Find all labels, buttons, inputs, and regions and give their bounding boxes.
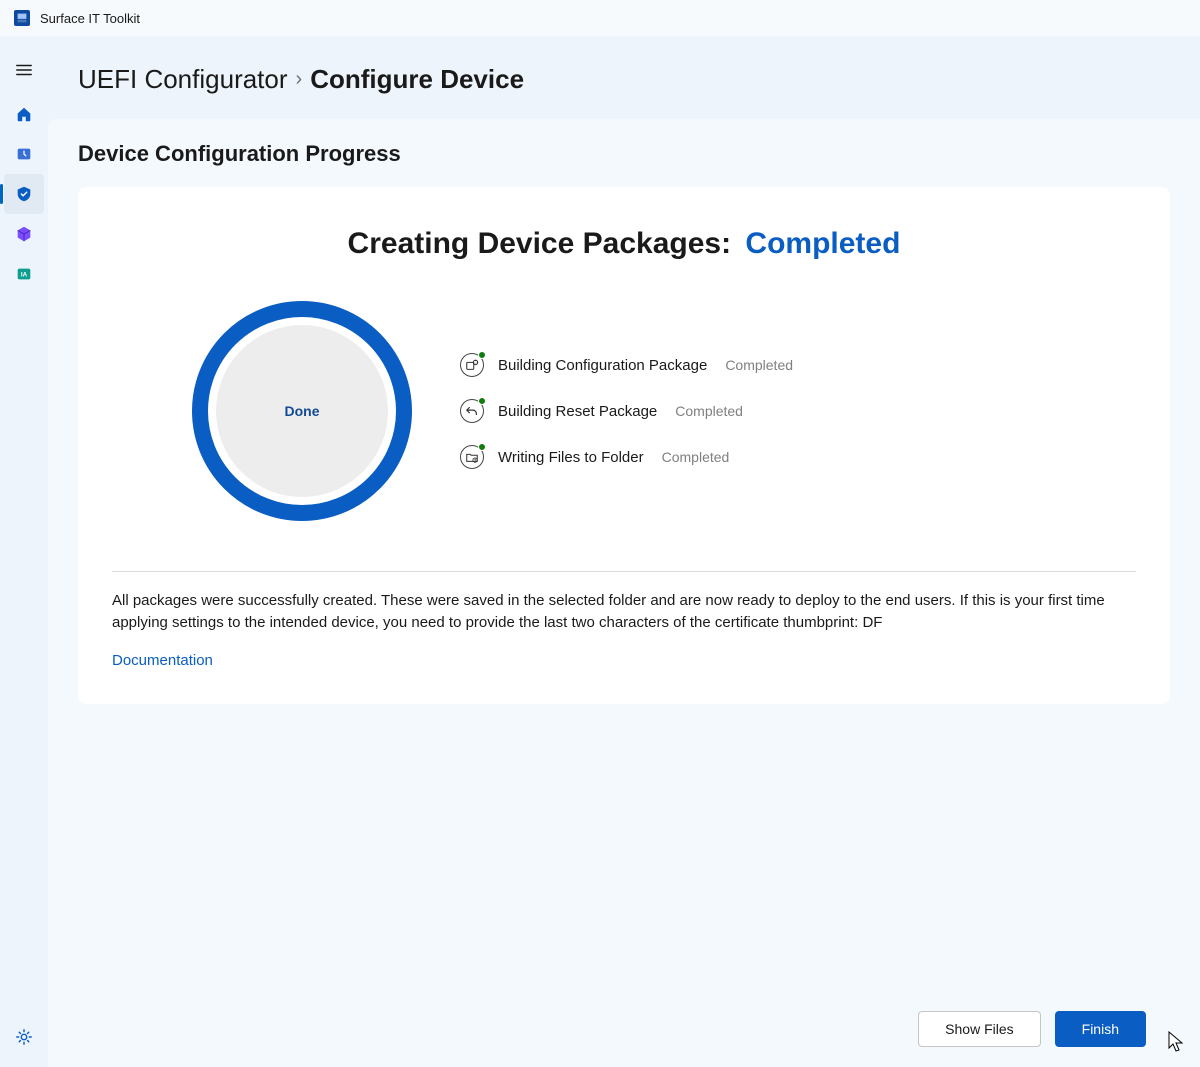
step-writing-files: Writing Files to Folder Completed bbox=[460, 445, 793, 469]
success-dot-icon bbox=[478, 397, 486, 405]
package-gear-icon bbox=[460, 353, 484, 377]
step-building-config: Building Configuration Package Completed bbox=[460, 353, 793, 377]
success-dot-icon bbox=[478, 351, 486, 359]
chevron-right-icon: › bbox=[296, 68, 303, 91]
step-status: Completed bbox=[675, 403, 743, 419]
documentation-link[interactable]: Documentation bbox=[112, 652, 213, 669]
sidebar: IA bbox=[0, 36, 48, 1067]
finish-button[interactable]: Finish bbox=[1055, 1011, 1146, 1047]
status-headline: Creating Device Packages: Completed bbox=[112, 227, 1136, 261]
progress-card: Creating Device Packages: Completed Done bbox=[78, 187, 1170, 704]
divider bbox=[112, 571, 1136, 572]
titlebar: Surface IT Toolkit bbox=[0, 0, 1200, 36]
progress-ring: Done bbox=[192, 301, 412, 521]
mouse-cursor-icon bbox=[1168, 1031, 1184, 1053]
svg-text:IA: IA bbox=[21, 272, 28, 279]
steps-list: Building Configuration Package Completed… bbox=[460, 353, 793, 469]
breadcrumb: UEFI Configurator › Configure Device bbox=[48, 36, 1200, 105]
nav-recovery[interactable] bbox=[4, 134, 44, 174]
nav-home[interactable] bbox=[4, 94, 44, 134]
progress-ring-inner: Done bbox=[216, 325, 388, 497]
breadcrumb-current: Configure Device bbox=[310, 64, 524, 95]
show-files-button[interactable]: Show Files bbox=[918, 1011, 1040, 1047]
success-dot-icon bbox=[478, 443, 486, 451]
nav-items: IA bbox=[0, 94, 48, 294]
undo-icon bbox=[460, 399, 484, 423]
status-suffix: Completed bbox=[745, 227, 900, 260]
nav-packaging[interactable] bbox=[4, 214, 44, 254]
step-label: Building Configuration Package bbox=[498, 357, 707, 374]
menu-toggle-button[interactable] bbox=[4, 50, 44, 90]
nav-uefi-configurator[interactable] bbox=[4, 174, 44, 214]
footer-buttons: Show Files Finish bbox=[918, 1011, 1146, 1047]
step-label: Writing Files to Folder bbox=[498, 449, 644, 466]
status-prefix: Creating Device Packages: bbox=[348, 227, 732, 260]
step-building-reset: Building Reset Package Completed bbox=[460, 399, 793, 423]
breadcrumb-parent[interactable]: UEFI Configurator bbox=[78, 64, 288, 95]
app-title: Surface IT Toolkit bbox=[40, 11, 140, 26]
summary-text: All packages were successfully created. … bbox=[112, 590, 1136, 634]
shell: IA UEFI Configurator › Configure Device … bbox=[0, 36, 1200, 1067]
step-status: Completed bbox=[725, 357, 793, 373]
main: UEFI Configurator › Configure Device Dev… bbox=[48, 36, 1200, 1067]
nav-settings[interactable] bbox=[4, 1017, 44, 1057]
progress-ring-label: Done bbox=[285, 403, 320, 419]
progress-row: Done Building Configuration Package Comp… bbox=[112, 301, 1136, 521]
step-status: Completed bbox=[662, 449, 730, 465]
folder-write-icon bbox=[460, 445, 484, 469]
nav-asset[interactable]: IA bbox=[4, 254, 44, 294]
section-title: Device Configuration Progress bbox=[78, 141, 1170, 167]
page-surface: Device Configuration Progress Creating D… bbox=[48, 119, 1200, 1067]
step-label: Building Reset Package bbox=[498, 403, 657, 420]
app-icon bbox=[14, 10, 30, 26]
